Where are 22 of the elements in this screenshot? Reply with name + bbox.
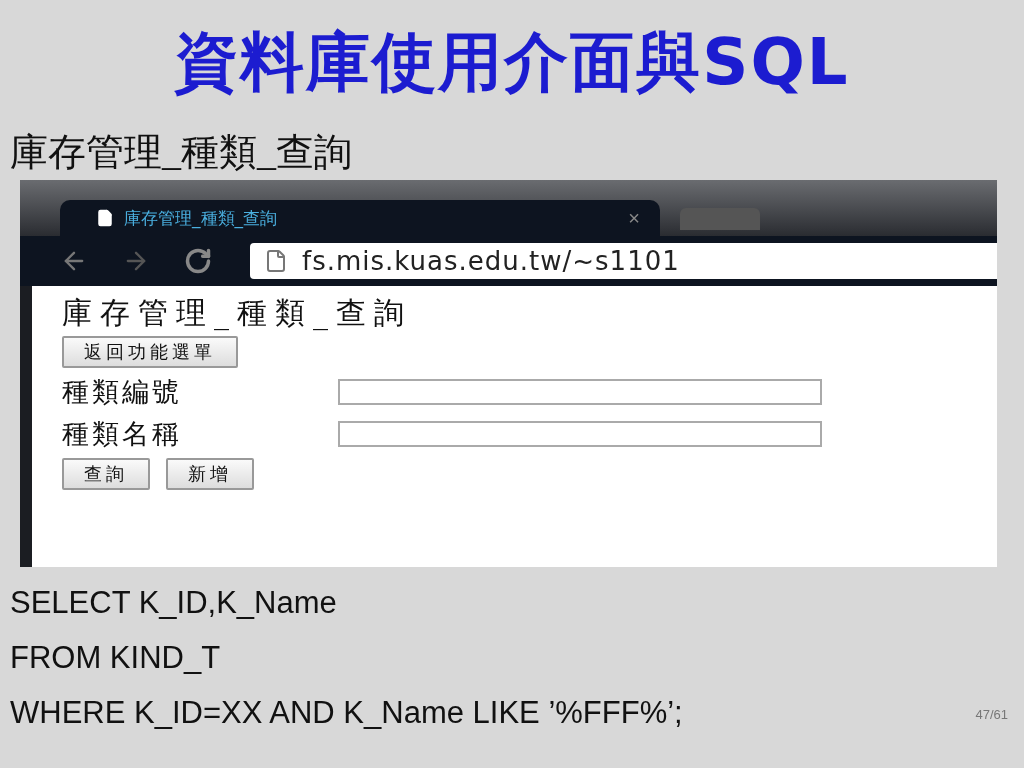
page-heading: 庫存管理_種類_查詢 [62,296,412,330]
back-to-menu-button[interactable]: 返回功能選單 [62,336,238,368]
tab-close-button[interactable]: × [628,206,640,230]
slide-subtitle: 庫存管理_種類_查詢 [10,130,353,175]
sql-line: WHERE K_ID=XX AND K_Name LIKE ’%FFF%’; [10,694,683,732]
page-number: 47/61 [975,707,1008,722]
reload-icon[interactable] [184,247,212,275]
browser-tab[interactable]: 庫存管理_種類_查詢 × [60,200,660,236]
field-label: 種類名稱 [62,417,183,451]
sql-line: FROM KIND_T [10,639,222,677]
address-bar[interactable]: fs.mis.kuas.edu.tw/~s1101 [250,243,997,279]
form-button[interactable]: 新增 [166,458,254,490]
sql-line: SELECT K_ID,K_Name [10,584,338,622]
page-icon [96,209,114,227]
field-label: 種類編號 [62,375,183,409]
page-icon [264,249,288,273]
slide-title: 資料庫使用介面與SQL [173,24,851,101]
url-text: fs.mis.kuas.edu.tw/~s1101 [302,246,680,276]
input-field[interactable] [338,421,822,447]
tab-title: 庫存管理_種類_查詢 [124,206,278,230]
form-button[interactable]: 查詢 [62,458,150,490]
input-field[interactable] [338,379,822,405]
